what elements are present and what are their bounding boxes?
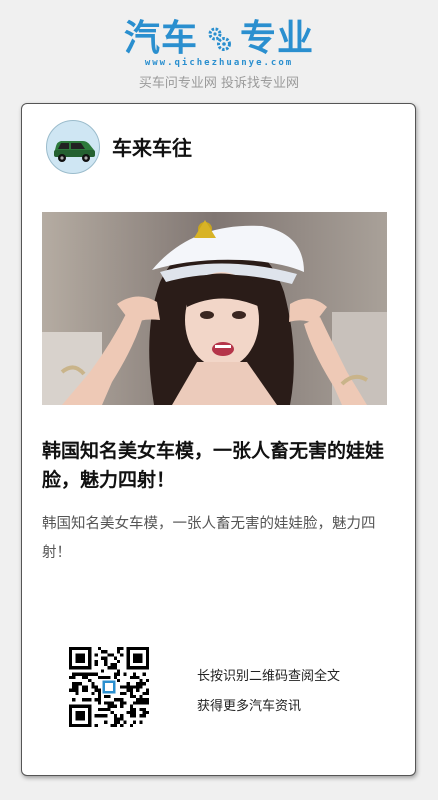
article-image[interactable] — [42, 212, 387, 405]
gear-icon — [208, 27, 231, 51]
qr-code[interactable] — [69, 647, 149, 727]
qr-hint-line2: 获得更多汽车资讯 — [197, 699, 302, 714]
qr-code-icon — [69, 647, 149, 727]
qr-hint-line1: 长按识别二维码查阅全文 — [197, 669, 341, 684]
site-header: 汽车 专业 www.qichezhuanye.com 买车问专业网 投诉找专业网 — [0, 0, 438, 100]
article-title[interactable]: 韩国知名美女车模，一张人畜无害的娃娃脸，魅力四射！ — [42, 437, 397, 495]
article-photo — [42, 212, 387, 405]
site-slogan: 买车问专业网 投诉找专业网 — [138, 76, 300, 91]
account-name[interactable]: 车来车往 — [112, 132, 192, 161]
site-url: www.qichezhuanye.com — [144, 58, 294, 68]
logo-text-right: 专业 — [240, 18, 315, 59]
article-summary: 韩国知名美女车模，一张人畜无害的娃娃脸，魅力四射！ — [42, 516, 376, 561]
site-logo[interactable]: 汽车 专业 — [0, 18, 438, 60]
qr-hint: 长按识别二维码查阅全文 获得更多汽车资讯 — [197, 662, 340, 722]
avatar[interactable] — [46, 120, 100, 174]
logo-text-left: 汽车 — [123, 18, 198, 59]
article-share-card: 车来车往 韩国知名美女车模，一张人畜无害的娃娃脸，魅力四射！ 韩国知名美女车模，… — [21, 103, 416, 776]
green-car-icon — [54, 141, 95, 162]
